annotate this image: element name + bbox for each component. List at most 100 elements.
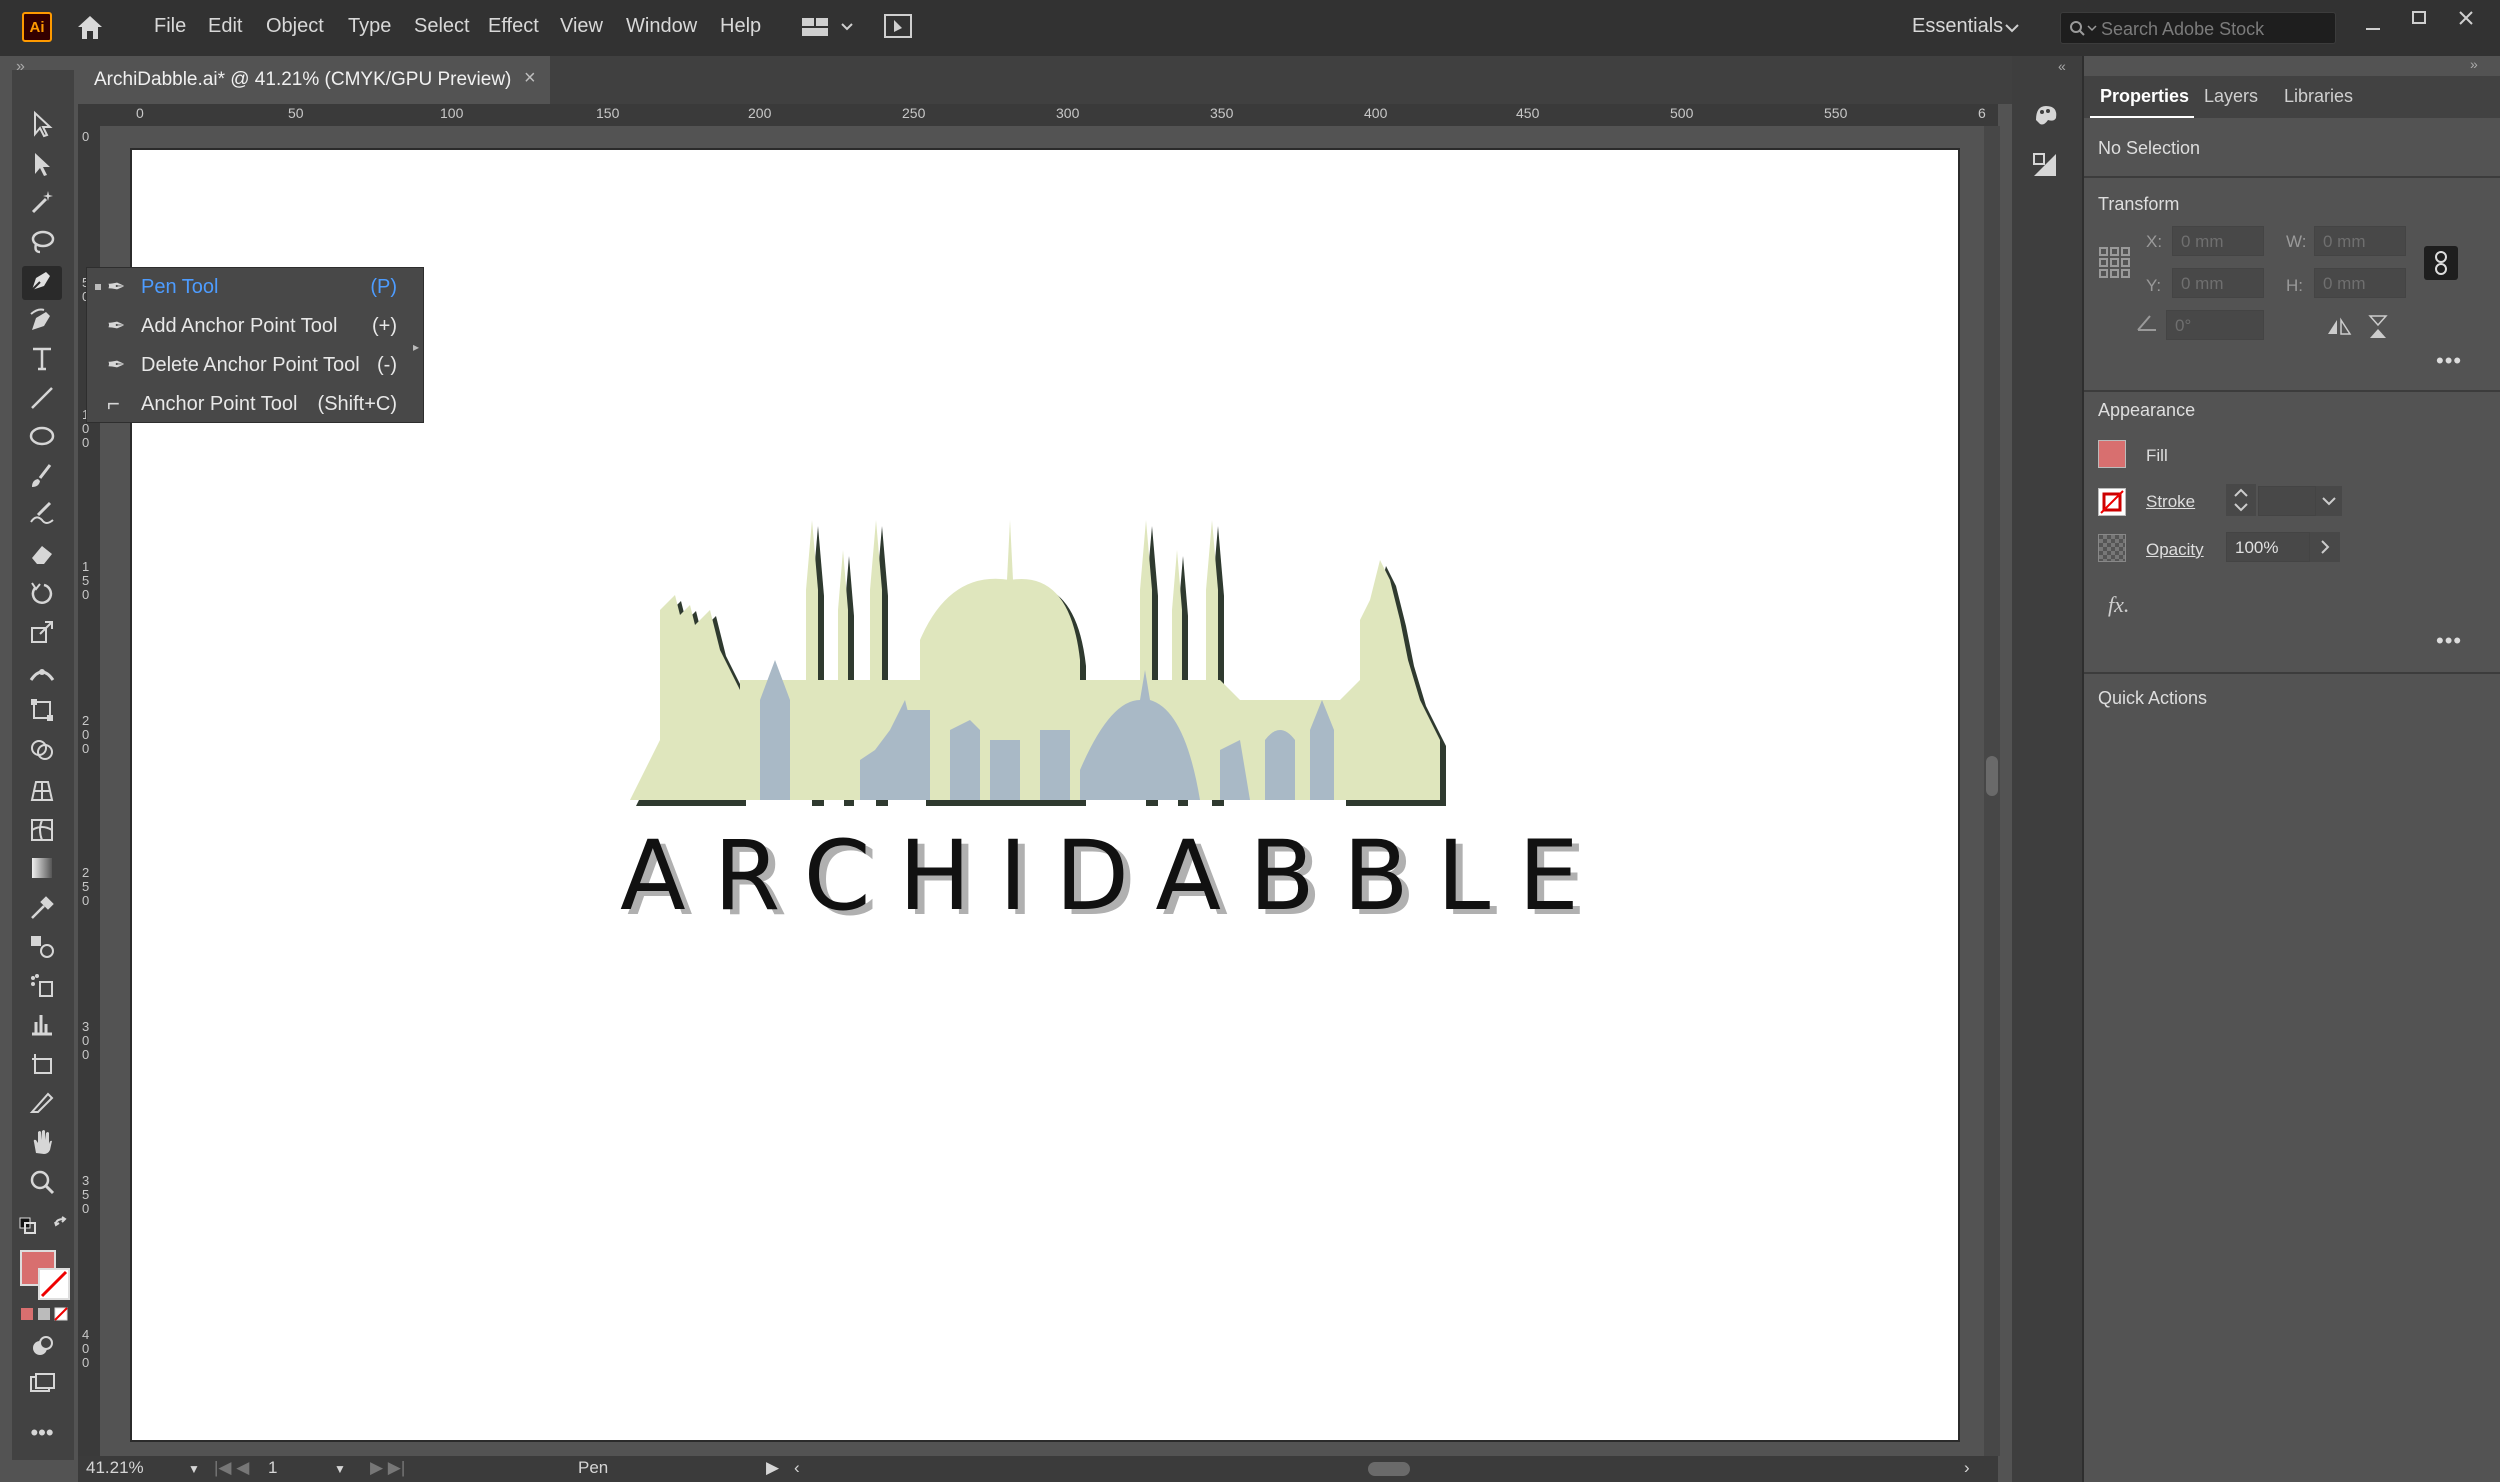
maximize-icon[interactable] (2410, 8, 2430, 33)
stroke-weight-stepper[interactable] (2226, 484, 2256, 516)
gradient-tool-icon[interactable] (22, 854, 62, 888)
pen-tool-icon[interactable] (22, 266, 62, 300)
blend-tool-icon[interactable] (22, 932, 62, 966)
arrange-documents-icon[interactable] (800, 14, 860, 40)
perspective-grid-tool-icon[interactable] (22, 776, 62, 810)
artboard-number[interactable]: 1 (268, 1458, 277, 1478)
paintbrush-tool-icon[interactable] (22, 462, 62, 496)
minimize-icon[interactable] (2364, 18, 2384, 30)
type-tool-icon[interactable] (22, 344, 62, 378)
color-guide-icon[interactable] (2030, 100, 2062, 135)
curvature-tool-icon[interactable] (22, 306, 62, 340)
edit-toolbar-icon[interactable]: ••• (22, 1416, 62, 1450)
width-field[interactable]: 0 mm (2314, 226, 2406, 256)
stroke-color-swatch[interactable] (38, 1268, 70, 1300)
close-window-icon[interactable] (2456, 8, 2476, 33)
stroke-weight-field[interactable] (2258, 486, 2316, 516)
eraser-tool-icon[interactable] (22, 540, 62, 574)
color-mode-icons[interactable] (20, 1306, 70, 1327)
stroke-weight-dropdown-icon[interactable] (2316, 486, 2342, 516)
menu-edit[interactable]: Edit (208, 15, 242, 38)
opacity-slider-icon[interactable] (2310, 532, 2340, 562)
home-icon[interactable] (74, 12, 106, 42)
workspace-switcher[interactable]: Essentials (1912, 15, 2003, 38)
chevron-down-icon[interactable] (2004, 22, 2020, 40)
tab-layers[interactable]: Layers (2204, 86, 2258, 107)
menu-file[interactable]: File (154, 15, 186, 38)
opacity-field[interactable]: 100% (2226, 532, 2310, 562)
more-transform-options-icon[interactable]: ••• (2436, 348, 2462, 374)
flyout-item-anchor-point-tool[interactable]: ⌐ Anchor Point Tool (Shift+C) (87, 385, 423, 424)
menu-object[interactable]: Object (266, 15, 324, 38)
zoom-dropdown-icon[interactable]: ▼ (188, 1462, 200, 1476)
selection-tool-icon[interactable] (22, 110, 62, 144)
constrain-proportions-icon[interactable] (2424, 246, 2458, 280)
symbol-sprayer-tool-icon[interactable] (22, 972, 62, 1006)
stroke-label[interactable]: Stroke (2146, 492, 2195, 512)
eyedropper-tool-icon[interactable] (22, 894, 62, 928)
artboard-dropdown-icon[interactable]: ▼ (334, 1462, 346, 1476)
menu-help[interactable]: Help (720, 15, 761, 38)
fill-swatch[interactable] (2098, 440, 2126, 468)
effects-button[interactable]: fx. (2108, 592, 2129, 618)
mesh-tool-icon[interactable] (22, 816, 62, 850)
menu-view[interactable]: View (560, 15, 603, 38)
menu-window[interactable]: Window (626, 15, 697, 38)
scroll-left-icon[interactable]: ‹ (794, 1458, 800, 1478)
x-field[interactable]: 0 mm (2172, 226, 2264, 256)
reference-point-icon[interactable] (2098, 246, 2132, 285)
menu-effect[interactable]: Effect (488, 15, 539, 38)
draw-mode-icon[interactable] (22, 1332, 62, 1366)
zoom-level[interactable]: 41.21% (86, 1458, 144, 1478)
magic-wand-tool-icon[interactable] (22, 188, 62, 222)
opacity-label[interactable]: Opacity (2146, 540, 2204, 560)
share-icon[interactable] (882, 12, 914, 42)
default-fill-stroke-icon[interactable] (18, 1216, 38, 1241)
tear-off-arrow-icon[interactable]: ▸ (413, 340, 419, 354)
collapse-panel-icon[interactable]: » (2470, 56, 2478, 72)
vertical-scrollbar[interactable] (1984, 126, 2000, 1456)
shaper-tool-icon[interactable] (22, 500, 62, 534)
free-transform-tool-icon[interactable] (22, 696, 62, 730)
stock-search-input[interactable]: Search Adobe Stock (2060, 12, 2336, 44)
graph-tool-icon[interactable] (22, 1010, 62, 1044)
status-menu-icon[interactable]: ▶ (766, 1458, 779, 1478)
tab-libraries[interactable]: Libraries (2284, 86, 2353, 107)
rotation-field[interactable]: 0° (2166, 310, 2264, 340)
flyout-item-pen-tool[interactable]: ✒ Pen Tool (P) (87, 268, 423, 307)
flip-horizontal-icon[interactable] (2326, 316, 2352, 343)
line-tool-icon[interactable] (22, 384, 62, 418)
horizontal-ruler[interactable]: 0 50 100 150 200 250 300 350 400 450 500… (78, 104, 1998, 127)
shape-builder-tool-icon[interactable] (22, 736, 62, 770)
menu-select[interactable]: Select (414, 15, 470, 38)
y-field[interactable]: 0 mm (2172, 268, 2264, 298)
horizontal-scroll-thumb[interactable] (1368, 1462, 1410, 1476)
scrollbar-thumb[interactable] (1986, 756, 1998, 796)
width-tool-icon[interactable] (22, 658, 62, 692)
swap-fill-stroke-icon[interactable] (52, 1216, 72, 1241)
last-artboard-icon[interactable]: ▶ ▶| (370, 1458, 405, 1478)
expand-panels-icon[interactable]: « (2058, 58, 2066, 74)
direct-selection-tool-icon[interactable] (22, 150, 62, 184)
asset-export-icon[interactable] (2030, 150, 2060, 185)
document-tab[interactable]: ArchiDabble.ai* @ 41.21% (CMYK/GPU Previ… (80, 56, 550, 104)
flip-vertical-icon[interactable] (2366, 314, 2390, 345)
scale-tool-icon[interactable] (22, 618, 62, 652)
stroke-swatch[interactable] (2098, 488, 2126, 516)
screen-mode-icon[interactable] (22, 1370, 62, 1404)
zoom-tool-icon[interactable] (22, 1168, 62, 1202)
scroll-right-icon[interactable]: › (1964, 1458, 1970, 1478)
tab-properties[interactable]: Properties (2100, 86, 2189, 107)
flyout-item-delete-anchor-point-tool[interactable]: ✒ Delete Anchor Point Tool (-) (87, 346, 423, 385)
lasso-tool-icon[interactable] (22, 228, 62, 262)
first-artboard-icon[interactable]: |◀ ◀ (214, 1458, 249, 1478)
artboard-tool-icon[interactable] (22, 1050, 62, 1084)
close-tab-icon[interactable]: × (524, 67, 536, 90)
flyout-item-add-anchor-point-tool[interactable]: ✒ Add Anchor Point Tool (+) (87, 307, 423, 346)
menu-type[interactable]: Type (348, 15, 391, 38)
more-appearance-options-icon[interactable]: ••• (2436, 628, 2462, 654)
slice-tool-icon[interactable] (22, 1088, 62, 1122)
rotate-tool-icon[interactable] (22, 580, 62, 614)
height-field[interactable]: 0 mm (2314, 268, 2406, 298)
hand-tool-icon[interactable] (22, 1128, 62, 1162)
